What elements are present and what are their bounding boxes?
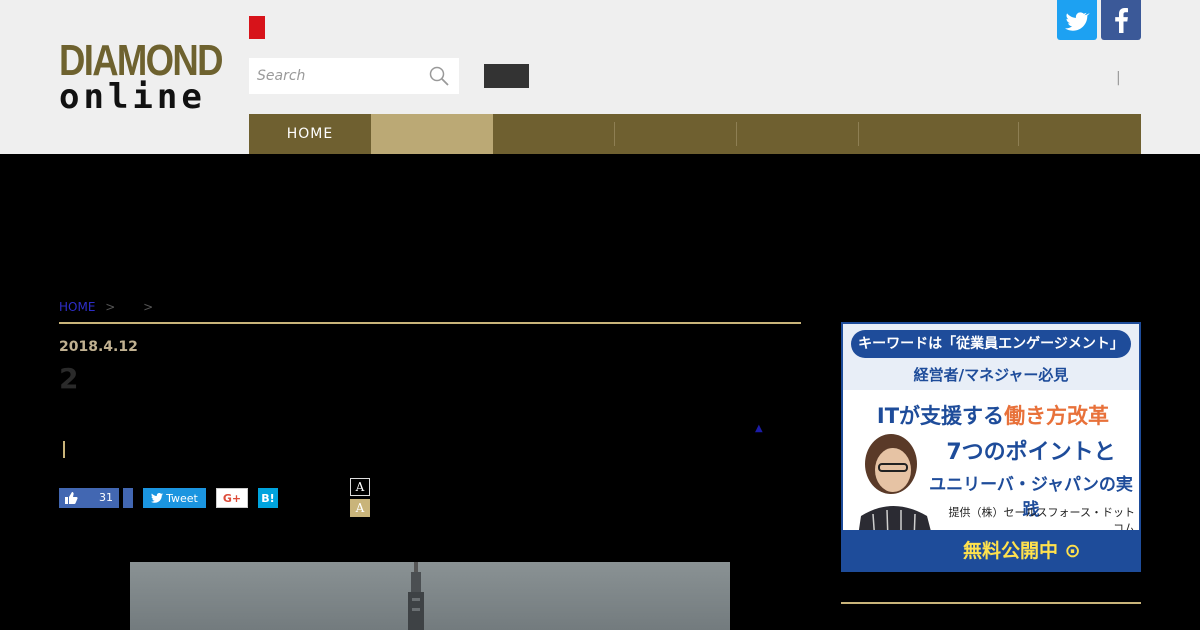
sidebar-ad-banner[interactable]: キーワードは「従業員エンゲージメント」 経営者/マネジャー必見 ITが支援する働… — [841, 322, 1141, 572]
facebook-icon — [1115, 8, 1128, 33]
skyline-image — [130, 562, 730, 630]
thumbs-up-icon — [65, 492, 78, 504]
nav-item-5[interactable] — [737, 114, 859, 154]
tweet-button[interactable]: Tweet — [143, 488, 206, 508]
breadcrumb-separator: > — [143, 300, 154, 314]
nav-item-3[interactable] — [493, 114, 615, 154]
twitter-icon — [1065, 12, 1090, 31]
triangle-up-icon[interactable]: ▲ — [755, 423, 763, 434]
nav-item-6[interactable] — [859, 114, 1019, 154]
logo-online[interactable]: online — [59, 78, 206, 116]
twitter-icon — [151, 493, 164, 503]
search-box — [249, 58, 459, 94]
search-input[interactable] — [249, 58, 427, 94]
ad-line-2: 7つのポイントと — [946, 440, 1116, 465]
google-plus-button[interactable]: G+ — [216, 488, 248, 508]
search-icon[interactable] — [429, 66, 449, 86]
ad-cta-label: 無料公開中 ⊙ — [963, 540, 1081, 562]
nav-item-label: HOME — [286, 126, 334, 142]
nav-item-home[interactable]: HOME — [249, 114, 371, 154]
like-count: 31 — [99, 491, 113, 504]
article-hero-image — [130, 562, 730, 630]
font-size-large-button[interactable]: A — [350, 499, 370, 517]
nav-item-2[interactable] — [371, 114, 493, 154]
twitter-button[interactable] — [1057, 0, 1097, 40]
nav-item-4[interactable] — [615, 114, 737, 154]
article-divider — [59, 322, 801, 324]
ad-keyword-pill: キーワードは「従業員エンゲージメント」 — [851, 330, 1131, 358]
login-button[interactable] — [484, 64, 529, 88]
facebook-share-button[interactable] — [123, 488, 133, 508]
facebook-like-button[interactable]: 31 — [59, 488, 119, 508]
header-divider: | — [1116, 70, 1121, 86]
ad-headline-part2: 働き方改革 — [1004, 404, 1110, 428]
hatena-bookmark-button[interactable]: B! — [258, 488, 278, 508]
tweet-label: Tweet — [166, 491, 198, 505]
ad-cta-bar[interactable]: 無料公開中 ⊙ — [843, 530, 1139, 570]
article-title: 2 — [59, 362, 79, 395]
brand-red-mark — [249, 16, 265, 39]
author-marker — [63, 441, 65, 458]
nav-item-7[interactable] — [1019, 114, 1141, 154]
font-size-small-button[interactable]: A — [350, 478, 370, 496]
breadcrumb: HOME > > — [59, 300, 153, 314]
sidebar-divider — [841, 602, 1141, 604]
facebook-button[interactable] — [1101, 0, 1141, 40]
article-date: 2018.4.12 — [59, 339, 138, 355]
breadcrumb-separator: > — [105, 300, 116, 314]
main-nav: HOME — [249, 114, 1141, 154]
ad-subtitle: 経営者/マネジャー必見 — [913, 366, 1069, 384]
breadcrumb-home-link[interactable]: HOME — [59, 300, 95, 314]
